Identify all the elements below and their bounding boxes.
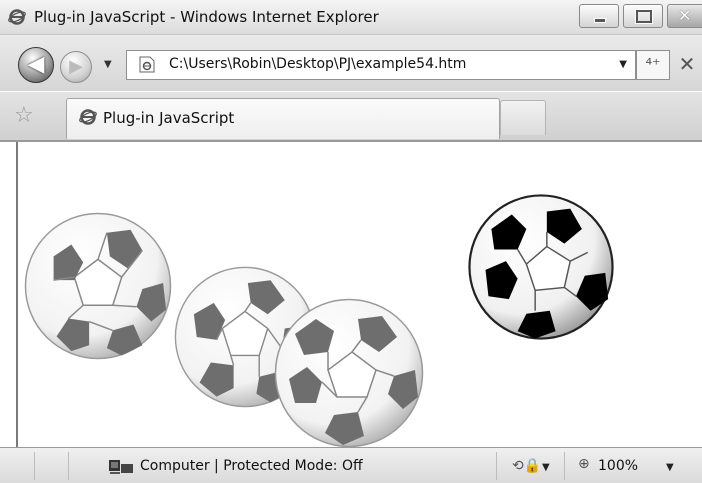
address-input[interactable]: C:\Users\Robin\Desktop\PJ\example54.htm — [169, 56, 466, 72]
security-zone-text[interactable]: Computer | Protected Mode: Off — [140, 458, 363, 474]
window-controls: ✕ — [575, 4, 702, 28]
address-toolbar: ◀ ▶ ▼ C:\Users\Robin\Desktop\PJ\example5… — [0, 35, 702, 91]
ie-logo-icon — [79, 109, 97, 125]
page-content — [16, 142, 702, 447]
stop-button[interactable]: ✕ — [672, 50, 702, 78]
faded-ball-3 — [274, 298, 424, 447]
close-icon: ✕ — [678, 6, 692, 25]
computer-icon — [109, 460, 133, 474]
new-tab-button[interactable] — [500, 100, 546, 135]
solid-ball — [468, 194, 614, 340]
back-button[interactable]: ◀ — [18, 47, 54, 83]
security-icon[interactable]: ⟲🔒 — [512, 458, 541, 474]
status-bar: Computer | Protected Mode: Off ⟲🔒 ▼ ⊕ 10… — [0, 447, 702, 483]
security-dropdown-icon[interactable]: ▼ — [542, 462, 550, 473]
back-arrow-icon: ◀ — [27, 52, 45, 77]
tab-plug-in-javascript[interactable]: Plug-in JavaScript — [66, 98, 500, 139]
zoom-dropdown-icon[interactable]: ▼ — [666, 462, 674, 473]
minimize-icon — [594, 18, 606, 23]
faded-ball-1 — [24, 212, 172, 360]
status-divider — [564, 452, 565, 480]
forward-arrow-icon: ▶ — [69, 56, 83, 77]
close-button[interactable]: ✕ — [667, 4, 702, 28]
zoom-level[interactable]: 100% — [598, 458, 638, 474]
recent-pages-dropdown[interactable]: ▼ — [104, 59, 112, 70]
stop-icon: ✕ — [678, 52, 696, 76]
forward-button[interactable]: ▶ — [60, 51, 92, 83]
window-title: Plug-in JavaScript - Windows Internet Ex… — [34, 8, 379, 26]
maximize-button[interactable] — [623, 4, 663, 28]
refresh-icon: ⁴⁺ — [645, 55, 661, 74]
ie-logo-icon — [8, 9, 26, 25]
tab-bar: ☆ Plug-in JavaScript — [0, 92, 702, 142]
status-divider — [68, 452, 69, 480]
maximize-icon — [636, 10, 652, 23]
refresh-button[interactable]: ⁴⁺ — [636, 50, 670, 80]
tab-title: Plug-in JavaScript — [103, 109, 235, 127]
status-divider — [34, 452, 35, 480]
status-divider — [496, 452, 497, 480]
title-bar: Plug-in JavaScript - Windows Internet Ex… — [0, 0, 702, 35]
page-icon — [139, 56, 155, 73]
favorites-star-icon[interactable]: ☆ — [14, 105, 34, 127]
address-dropdown-icon[interactable]: ▼ — [619, 59, 627, 70]
address-bar[interactable]: C:\Users\Robin\Desktop\PJ\example54.htm … — [126, 50, 636, 80]
magnifier-icon[interactable]: ⊕ — [578, 456, 590, 472]
minimize-button[interactable] — [579, 4, 619, 28]
